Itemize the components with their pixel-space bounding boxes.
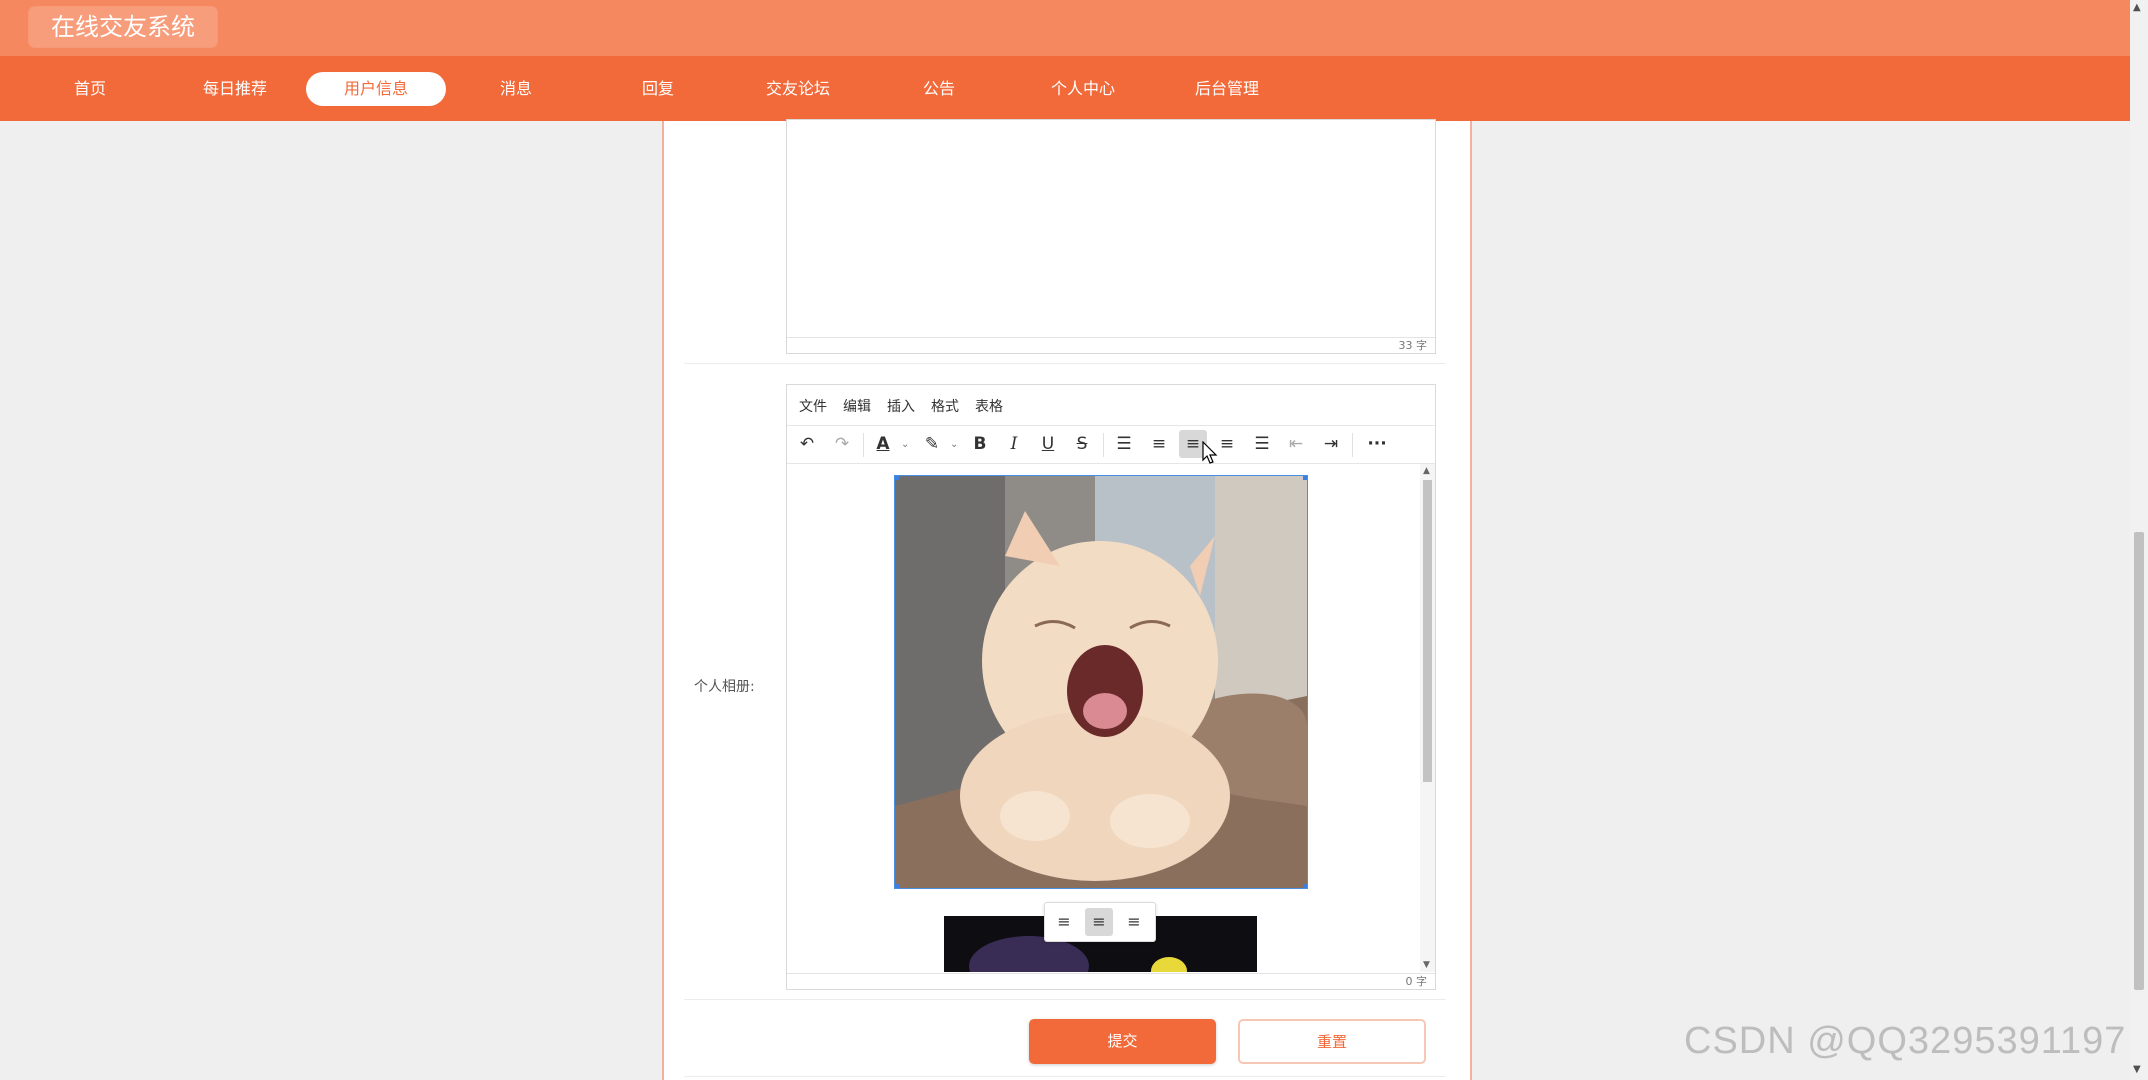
toolbar-separator [863,433,864,457]
nav-item-announcements[interactable]: 公告 [869,72,1009,106]
chevron-down-icon[interactable]: ⌄ [901,439,909,450]
submit-button[interactable]: 提交 [1029,1019,1216,1064]
album-label: 个人相册: [694,679,755,695]
divider [684,1076,1446,1077]
nav-item-home[interactable]: 首页 [20,72,160,106]
resize-handle[interactable] [1303,476,1307,480]
nav-item-personal-center[interactable]: 个人中心 [1013,72,1153,106]
bold-icon[interactable]: B [966,430,994,458]
scroll-up-icon[interactable]: ▲ [1423,466,1430,476]
page-scrollbar-thumb[interactable] [2134,532,2144,990]
editor-scrollbar[interactable]: ▲ ▼ [1420,464,1435,972]
app-title[interactable]: 在线交友系统 [29,7,217,47]
reset-button[interactable]: 重置 [1238,1019,1426,1064]
toolbar-separator [1103,433,1104,457]
nav-item-admin[interactable]: 后台管理 [1157,72,1297,106]
divider [684,363,1446,364]
form-card: 33 字 个人相册: 文件 编辑 插入 格式 表格 ↶ ↷ A ⌄ ✎ ⌄ B … [662,119,1472,1080]
underline-icon[interactable]: U [1034,430,1062,458]
intro-word-count: 33 字 [787,337,1435,353]
intro-editor[interactable]: 33 字 [786,119,1436,354]
editor-toolbar: ↶ ↷ A ⌄ ✎ ⌄ B I U S ☰ ≡ ≡ ≡ ☰ ⇤ ⇥ ··· [787,425,1435,464]
nav-item-replies[interactable]: 回复 [588,72,728,106]
scroll-down-icon[interactable]: ▼ [2133,1064,2141,1075]
editor-scrollbar-thumb[interactable] [1423,480,1432,782]
menu-table[interactable]: 表格 [975,396,1003,416]
resize-handle[interactable] [1303,884,1307,888]
justify-icon[interactable]: ☰ [1248,430,1276,458]
resize-handle[interactable] [895,884,899,888]
menu-insert[interactable]: 插入 [887,396,915,416]
page-scrollbar[interactable]: ▲ ▼ [2130,0,2148,1080]
cat-photo[interactable] [894,475,1308,889]
editor-content[interactable]: ≡ ≡ ≡ [787,464,1419,972]
font-color-icon[interactable]: A [869,430,897,458]
indent-icon[interactable]: ⇥ [1317,430,1345,458]
list-icon[interactable]: ☰ [1110,430,1138,458]
nav-item-forum[interactable]: 交友论坛 [728,72,868,106]
highlight-icon[interactable]: ✎ [918,430,946,458]
toolbar-separator [1352,433,1353,457]
resize-handle[interactable] [895,476,899,480]
editor-menubar: 文件 编辑 插入 格式 表格 [787,385,1435,426]
scroll-up-icon[interactable]: ▲ [2133,2,2141,13]
nav-item-messages[interactable]: 消息 [446,72,586,106]
italic-icon[interactable]: I [1000,430,1028,458]
undo-icon[interactable]: ↶ [793,430,821,458]
menu-format[interactable]: 格式 [931,396,959,416]
cat-photo-image [895,476,1307,888]
menu-edit[interactable]: 编辑 [843,396,871,416]
outdent-icon[interactable]: ⇤ [1282,430,1310,458]
divider [684,999,1446,1000]
chevron-down-icon[interactable]: ⌄ [950,439,958,450]
mouse-cursor-icon [1202,441,1218,464]
more-icon[interactable]: ··· [1363,430,1391,458]
main-nav: 首页 每日推荐 用户信息 消息 回复 交友论坛 公告 个人中心 后台管理 [0,56,2130,121]
image-align-popup: ≡ ≡ ≡ [1044,902,1156,942]
redo-icon[interactable]: ↷ [828,430,856,458]
menu-file[interactable]: 文件 [799,396,827,416]
album-word-count: 0 字 [787,973,1435,989]
album-editor[interactable]: 文件 编辑 插入 格式 表格 ↶ ↷ A ⌄ ✎ ⌄ B I U S ☰ ≡ ≡… [786,384,1436,990]
watermark: CSDN @QQ3295391197 [1684,1020,2127,1062]
align-right-icon[interactable]: ≡ [1120,908,1148,936]
align-left-icon[interactable]: ≡ [1145,430,1173,458]
nav-item-daily-recommend[interactable]: 每日推荐 [165,72,305,106]
align-center-icon[interactable]: ≡ [1085,908,1113,936]
align-left-icon[interactable]: ≡ [1050,908,1078,936]
nav-item-user-info[interactable]: 用户信息 [306,72,446,106]
strikethrough-icon[interactable]: S [1068,430,1096,458]
header-bar: 在线交友系统 [0,0,2130,56]
scroll-down-icon[interactable]: ▼ [1423,960,1430,970]
